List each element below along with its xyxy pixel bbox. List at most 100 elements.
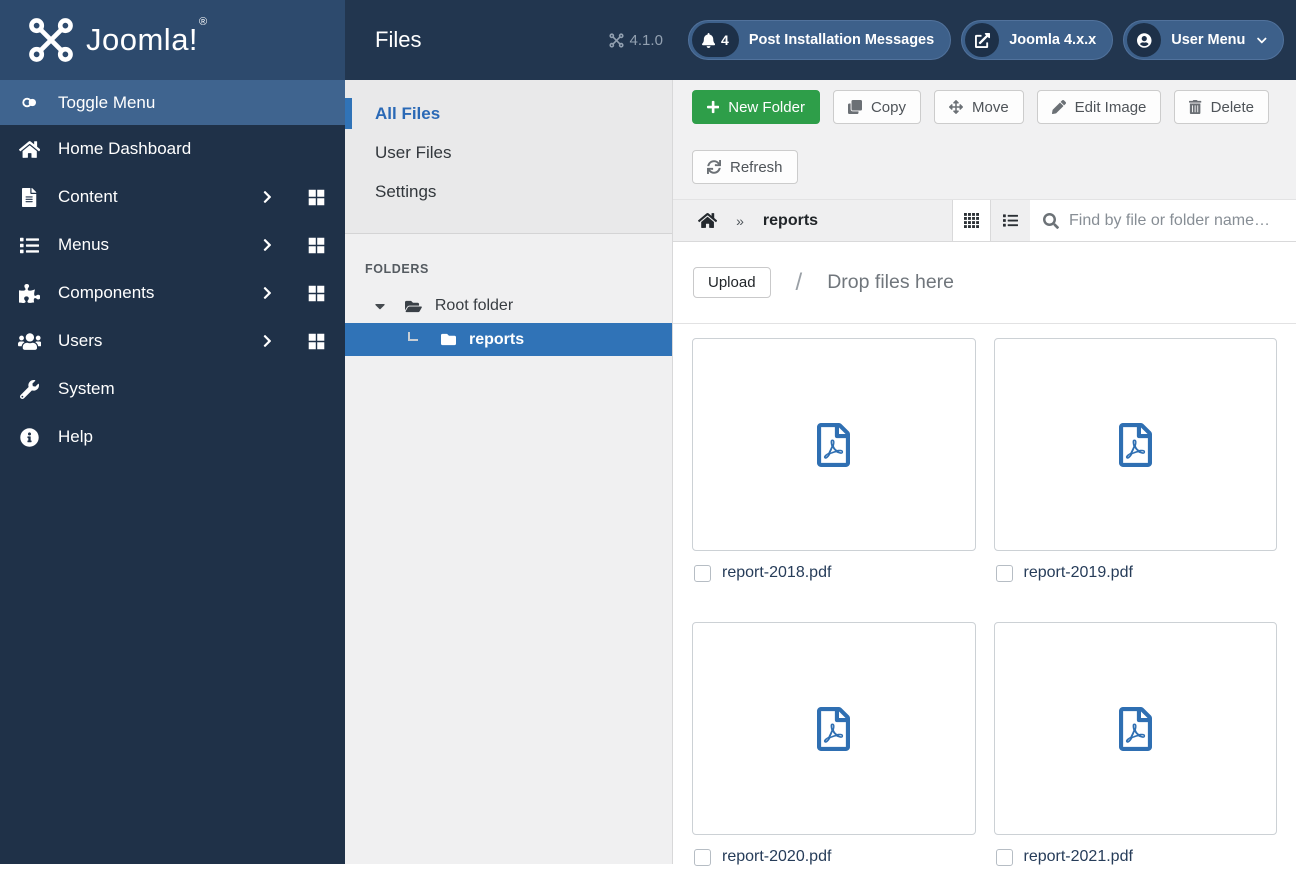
users-dashboard-link[interactable] bbox=[308, 333, 325, 350]
users-icon bbox=[17, 332, 42, 351]
joomla-version-icon bbox=[608, 32, 624, 48]
sidebar-item-help[interactable]: Help bbox=[0, 413, 345, 461]
breadcrumb-home-link[interactable] bbox=[698, 212, 718, 229]
folders-heading: FOLDERS bbox=[365, 262, 429, 276]
grid-2x2-icon bbox=[308, 189, 325, 205]
info-circle-icon bbox=[17, 427, 42, 447]
version-text: 4.1.0 bbox=[629, 31, 663, 49]
home-icon bbox=[698, 213, 718, 228]
file-checkbox[interactable] bbox=[995, 564, 1013, 582]
file-card[interactable] bbox=[692, 622, 976, 835]
post-installation-messages-button[interactable]: 4 Post Installation Messages bbox=[687, 20, 952, 60]
sidebar-item-label: Menus bbox=[58, 235, 110, 254]
grid-2x2-icon bbox=[308, 333, 325, 349]
media-tab-all-files[interactable]: All Files bbox=[345, 94, 672, 133]
sidebar-item-system[interactable]: System bbox=[0, 365, 345, 413]
list-view-button[interactable] bbox=[991, 200, 1030, 241]
toggle-icon bbox=[17, 94, 42, 111]
admin-sidebar: Toggle Menu Home Dashboard Content Menus… bbox=[0, 80, 345, 864]
media-sidebar: All Files User Files Settings FOLDERS Ro… bbox=[345, 80, 672, 864]
sidebar-item-components[interactable]: Components bbox=[0, 269, 345, 317]
chevron-right-icon bbox=[263, 334, 272, 348]
file-checkbox[interactable] bbox=[694, 564, 711, 582]
media-main: New Folder Copy Move Edit Image Delete R… bbox=[672, 80, 1296, 866]
file-card[interactable] bbox=[993, 338, 1277, 551]
media-tab-settings[interactable]: Settings bbox=[345, 172, 672, 211]
file-card[interactable] bbox=[692, 338, 976, 551]
tree-item-root-folder[interactable]: Root folder bbox=[345, 289, 672, 323]
breadcrumb-bar: » reports bbox=[673, 199, 1296, 242]
dropzone-hint: Drop files here bbox=[827, 271, 955, 293]
file-meta: report-2020.pdf bbox=[692, 848, 976, 866]
components-dashboard-link[interactable] bbox=[308, 285, 325, 302]
home-icon bbox=[17, 140, 42, 159]
new-folder-button[interactable]: New Folder bbox=[692, 90, 820, 124]
file-meta: report-2021.pdf bbox=[994, 848, 1278, 866]
sidebar-item-menus[interactable]: Menus bbox=[0, 221, 345, 269]
bell-icon bbox=[701, 32, 716, 48]
file-name[interactable]: report-2021.pdf bbox=[1024, 848, 1133, 866]
sidebar-item-users[interactable]: Users bbox=[0, 317, 345, 365]
file-card[interactable] bbox=[993, 622, 1277, 835]
media-tab-user-files[interactable]: User Files bbox=[345, 133, 672, 172]
list-view-icon bbox=[1003, 214, 1018, 227]
files-grid: report-2018.pdf report-2019.pdf report-2… bbox=[673, 324, 1296, 880]
page-title: Files bbox=[375, 27, 422, 52]
content-dashboard-link[interactable] bbox=[308, 189, 325, 206]
edit-image-button[interactable]: Edit Image bbox=[1036, 90, 1162, 124]
external-link-badge bbox=[965, 23, 1000, 57]
upload-dropzone[interactable]: Upload / Drop files here bbox=[673, 242, 1296, 324]
file-name[interactable]: report-2019.pdf bbox=[1024, 564, 1133, 582]
trash-icon bbox=[1189, 100, 1202, 114]
chevron-down-icon bbox=[1257, 37, 1267, 43]
refresh-button[interactable]: Refresh bbox=[692, 150, 798, 184]
chevron-right-icon bbox=[263, 238, 272, 252]
file-meta: report-2019.pdf bbox=[994, 564, 1278, 582]
joomla-version: 4.1.0 bbox=[608, 31, 663, 49]
user-menu-label: User Menu bbox=[1171, 32, 1246, 48]
pencil-icon bbox=[1051, 100, 1066, 114]
sidebar-item-toggle-menu[interactable]: Toggle Menu bbox=[0, 80, 345, 125]
folder-open-icon bbox=[405, 299, 422, 314]
joomla-logo-link[interactable]: Joomla!® bbox=[0, 0, 345, 80]
topbar: Files 4.1.0 4 Post Installation Messages… bbox=[345, 0, 1296, 80]
search-icon bbox=[1043, 212, 1059, 229]
grid-view-button[interactable] bbox=[952, 200, 991, 241]
refresh-icon bbox=[707, 160, 721, 174]
file-name[interactable]: report-2020.pdf bbox=[722, 848, 831, 866]
user-badge bbox=[1127, 23, 1162, 57]
copy-button[interactable]: Copy bbox=[832, 90, 921, 124]
search-box bbox=[1030, 200, 1296, 241]
caret-down-icon[interactable] bbox=[375, 298, 385, 314]
folder-icon bbox=[441, 332, 456, 347]
sidebar-item-label: Components bbox=[58, 283, 155, 302]
grid-view-icon bbox=[964, 213, 979, 228]
delete-button[interactable]: Delete bbox=[1174, 90, 1269, 124]
wrench-icon bbox=[17, 379, 42, 399]
external-link-icon bbox=[974, 32, 990, 48]
menus-dashboard-link[interactable] bbox=[308, 237, 325, 254]
toolbar: New Folder Copy Move Edit Image Delete R… bbox=[673, 80, 1296, 199]
tree-item-reports-selected[interactable]: reports bbox=[345, 323, 672, 356]
file-meta: report-2018.pdf bbox=[692, 564, 976, 582]
puzzle-icon bbox=[17, 283, 42, 303]
joomla-website-button[interactable]: Joomla 4.x.x bbox=[961, 20, 1114, 60]
upload-button[interactable]: Upload bbox=[693, 267, 771, 298]
user-menu-button[interactable]: User Menu bbox=[1123, 20, 1284, 60]
file-name[interactable]: report-2018.pdf bbox=[722, 564, 831, 582]
sidebar-item-home-dashboard[interactable]: Home Dashboard bbox=[0, 125, 345, 173]
notification-count: 4 bbox=[721, 32, 729, 48]
move-button[interactable]: Move bbox=[933, 90, 1024, 124]
file-checkbox[interactable] bbox=[694, 848, 711, 866]
post-installation-messages-label: Post Installation Messages bbox=[748, 32, 935, 48]
tree-item-label: reports bbox=[469, 330, 525, 348]
breadcrumb-separator: » bbox=[736, 212, 744, 229]
sidebar-item-content[interactable]: Content bbox=[0, 173, 345, 221]
search-input[interactable] bbox=[1069, 211, 1294, 230]
trademark-symbol: ® bbox=[199, 16, 208, 28]
media-tabs: All Files User Files Settings bbox=[345, 80, 672, 234]
pdf-file-icon bbox=[1118, 422, 1152, 467]
chevron-right-icon bbox=[263, 190, 272, 204]
file-checkbox[interactable] bbox=[995, 848, 1013, 866]
chevron-right-icon bbox=[263, 286, 272, 300]
